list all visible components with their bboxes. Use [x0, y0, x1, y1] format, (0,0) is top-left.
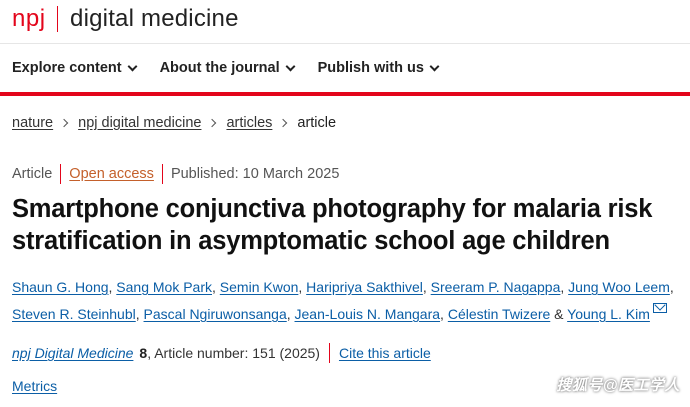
breadcrumb-articles[interactable]: articles: [226, 115, 272, 131]
envelope-icon[interactable]: [652, 303, 667, 313]
author-link[interactable]: Célestin Twizere: [448, 306, 550, 322]
cite-this-article-link[interactable]: Cite this article: [339, 345, 431, 361]
logo-brand: npj: [12, 5, 46, 32]
breadcrumb-journal[interactable]: npj digital medicine: [78, 115, 201, 131]
chevron-right-icon: [59, 118, 69, 128]
author-link[interactable]: Semin Kwon: [220, 279, 299, 295]
citation-line: npj Digital Medicine 8 , Article number:…: [12, 343, 431, 363]
citation-journal-link[interactable]: npj Digital Medicine: [12, 345, 133, 361]
article-meta: Article Open access Published: 10 March …: [12, 164, 339, 184]
main-nav: Explore content About the journal Publis…: [0, 44, 690, 92]
published-date: Published: 10 March 2025: [170, 166, 340, 182]
author-link[interactable]: Jung Woo Leem: [568, 279, 670, 295]
open-access-link[interactable]: Open access: [69, 166, 154, 182]
journal-logo[interactable]: npj digital medicine: [12, 4, 239, 34]
article-type: Article: [12, 166, 53, 182]
author-link[interactable]: Young L. Kim: [567, 306, 650, 322]
chevron-down-icon: [127, 61, 138, 71]
source-watermark: 搜狐号@医工学人: [556, 377, 680, 394]
nav-publish-with-us[interactable]: Publish with us: [317, 60, 440, 76]
breadcrumb-current: article: [297, 115, 337, 131]
author-link[interactable]: Jean-Louis N. Mangara: [295, 306, 441, 322]
citation-details: , Article number: 151 (2025): [147, 345, 320, 361]
citation-divider: [328, 343, 330, 363]
author-link[interactable]: Sang Mok Park: [116, 279, 212, 295]
nav-about-journal[interactable]: About the journal: [159, 60, 296, 76]
nav-accent-bar: [0, 92, 690, 96]
chevron-down-icon: [285, 61, 296, 71]
logo-journal-name: digital medicine: [70, 5, 239, 32]
author-link[interactable]: Sreeram P. Nagappa: [431, 279, 561, 295]
citation-volume: 8: [139, 345, 148, 361]
site-header: npj digital medicine: [0, 0, 690, 44]
nav-explore-content[interactable]: Explore content: [12, 60, 138, 76]
author-link[interactable]: Steven R. Steinhubl: [12, 306, 136, 322]
article-title: Smartphone conjunctiva photography for m…: [12, 195, 653, 255]
nav-about-journal-label: About the journal: [159, 60, 280, 76]
nav-explore-content-label: Explore content: [12, 60, 122, 76]
nav-publish-with-us-label: Publish with us: [317, 60, 424, 76]
metrics-link[interactable]: Metrics: [12, 378, 57, 394]
chevron-down-icon: [429, 61, 440, 71]
author-list: Shaun G. Hong, Sang Mok Park, Semin Kwon…: [12, 279, 674, 322]
meta-divider: [161, 164, 163, 184]
chevron-right-icon: [279, 118, 288, 128]
breadcrumb-nature[interactable]: nature: [12, 115, 53, 131]
author-joiner: &: [550, 306, 568, 322]
logo-divider: [56, 6, 59, 32]
breadcrumb: nature npj digital medicine articles art…: [12, 115, 336, 131]
author-link[interactable]: Shaun G. Hong: [12, 279, 109, 295]
author-link[interactable]: Pascal Ngiruwonsanga: [144, 306, 287, 322]
author-link[interactable]: Haripriya Sakthivel: [306, 279, 423, 295]
meta-divider: [60, 164, 62, 184]
chevron-right-icon: [208, 118, 217, 128]
